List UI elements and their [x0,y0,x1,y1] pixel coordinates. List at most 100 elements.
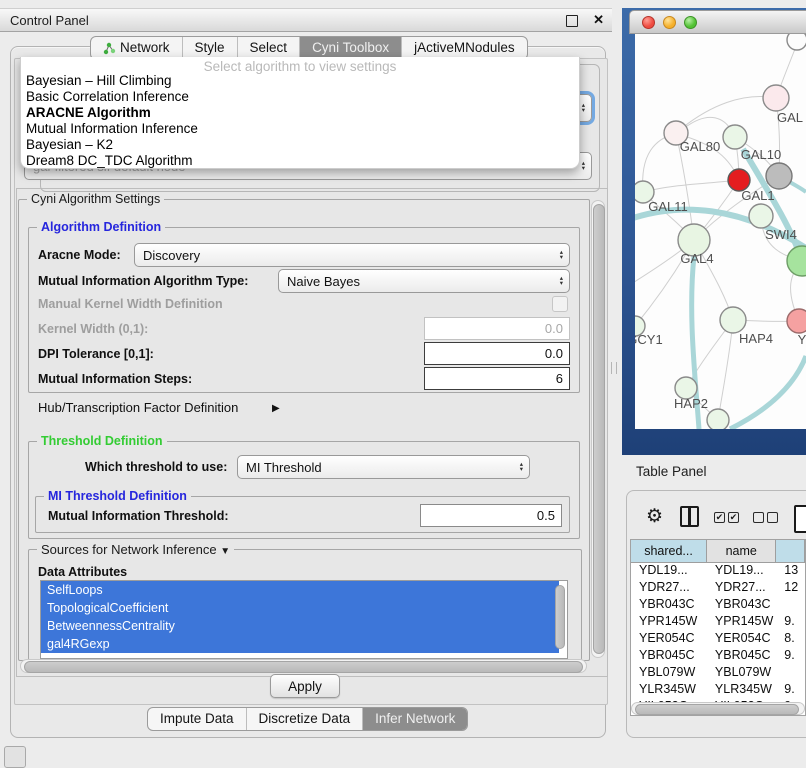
combo-arrows-icon: ▴▾ [560,250,569,260]
tab-impute-data[interactable]: Impute Data [148,708,246,730]
expand-arrow-icon[interactable]: ▶ [272,403,280,414]
network-node[interactable] [763,85,789,111]
data-attribute-item[interactable]: TopologicalCoefficient [41,599,559,617]
node-label: Y [798,332,806,347]
network-window-titlebar[interactable] [629,10,806,34]
unchecked-box-icon-2[interactable] [767,512,778,523]
tab-discretize-data[interactable]: Discretize Data [246,708,363,730]
manual-kernel-label: Manual Kernel Width Definition [38,297,223,311]
cyni-bottom-tabs: Impute Data Discretize Data Infer Networ… [147,707,468,731]
dropdown-items: Bayesian – Hill ClimbingBasic Correlatio… [21,73,579,169]
gear-icon[interactable]: ⚙ [646,505,663,528]
combo-arrows-icon: ▴▾ [582,161,591,171]
data-attribute-item[interactable]: gal4RGexp [41,635,559,653]
table-row[interactable]: YBR043CYBR043C [631,596,805,613]
node-label: GAL11 [648,199,688,214]
data-attribute-item[interactable]: BetweennessCentrality [41,617,559,635]
column-header[interactable]: name [707,540,776,562]
which-threshold-label: Which threshold to use: [85,460,227,474]
table-hscrollbar[interactable] [631,702,805,715]
algorithm-option[interactable]: Mutual Information Inference [21,121,579,137]
zoom-window-button[interactable] [684,16,697,29]
algorithm-option[interactable]: Bayesian – Hill Climbing [21,73,579,89]
table-row[interactable]: YDR27...YDR27...12 [631,579,805,596]
checked-box-icon-2[interactable]: ✔ [728,512,739,523]
settings-vscrollbar[interactable] [591,200,605,658]
network-view[interactable]: GALGAL80GAL10GAL1GAL11SWI4GAL4GCY1HAP4YH… [635,34,806,429]
kernel-width-field[interactable]: 0.0 [424,317,570,340]
close-window-button[interactable] [642,16,655,29]
table-row[interactable]: YLR345WYLR345W9. [631,681,805,698]
column-header[interactable]: shared... [631,540,707,562]
table-rows[interactable]: YDL19...YDL19...13YDR27...YDR27...12YBR0… [631,562,805,703]
mi-type-combo[interactable]: Naive Bayes ▴▾ [278,269,570,293]
data-attributes-list[interactable]: SelfLoopsTopologicalCoefficientBetweenne… [40,580,568,659]
dpi-tolerance-label: DPI Tolerance [0,1]: [38,347,154,361]
page-icon[interactable] [794,505,806,533]
unchecked-box-icon-1[interactable] [753,512,764,523]
mi-threshold-field[interactable]: 0.5 [420,504,562,527]
algorithm-dropdown: Select algorithm to view settings Bayesi… [20,57,580,169]
hub-definition-label[interactable]: Hub/Transcription Factor Definition [38,400,238,415]
network-node[interactable] [723,125,747,149]
algorithm-option[interactable]: ARACNE Algorithm [21,105,579,121]
float-window-icon[interactable] [566,15,578,27]
network-node[interactable] [787,246,806,276]
table-row[interactable]: YDL19...YDL19...13 [631,562,805,579]
tab-style[interactable]: Style [182,37,237,59]
node-label: GAL4 [680,251,713,266]
tab-network[interactable]: Network [91,37,182,59]
manual-kernel-checkbox[interactable] [552,296,568,312]
network-node[interactable] [707,409,729,429]
settings-hscrollbar[interactable] [20,659,587,673]
apply-button[interactable]: Apply [270,674,340,698]
node-label: GCY1 [635,332,663,347]
minimize-window-button[interactable] [663,16,676,29]
collapse-arrow-icon[interactable]: ▼ [220,546,230,557]
network-node[interactable] [787,309,806,333]
combo-arrows-icon: ▴▾ [560,276,569,286]
network-node[interactable] [720,307,746,333]
dpi-tolerance-field[interactable]: 0.0 [424,342,570,365]
checked-box-icon-1[interactable]: ✔ [714,512,725,523]
data-attributes-label: Data Attributes [38,565,127,579]
data-attribute-item[interactable]: SelfLoops [41,581,559,599]
aracne-mode-label: Aracne Mode: [38,248,121,262]
corner-widget-icon[interactable] [4,746,26,768]
table-row[interactable]: YPR145WYPR145W9. [631,613,805,630]
mi-steps-field[interactable]: 6 [424,367,570,390]
which-threshold-combo[interactable]: MI Threshold ▴▾ [237,455,530,479]
network-node[interactable] [749,204,773,228]
table-row[interactable]: YBR045CYBR045C9. [631,647,805,664]
panel-divider-grip[interactable] [611,362,617,374]
column-header[interactable] [776,540,805,562]
network-node[interactable] [766,163,792,189]
algorithm-option[interactable]: Dream8 DC_TDC Algorithm [21,153,579,169]
tab-cyni-toolbox[interactable]: Cyni Toolbox [299,37,401,59]
list-scrollbar[interactable] [555,585,565,649]
algorithm-option[interactable]: Bayesian – K2 [21,137,579,153]
node-label: GAL1 [741,188,774,203]
network-canvas[interactable]: GALGAL80GAL10GAL1GAL11SWI4GAL4GCY1HAP4YH… [635,34,806,429]
tab-jactivemnodules[interactable]: jActiveMNodules [401,37,527,59]
algorithm-option[interactable]: Basic Correlation Inference [21,89,579,105]
table-row[interactable]: YBL079WYBL079W [631,664,805,681]
table-row[interactable]: YER054CYER054C8. [631,630,805,647]
close-icon[interactable]: ✕ [593,12,604,28]
combo-arrows-icon: ▴▾ [520,462,529,472]
node-label: HAP4 [739,331,773,346]
mi-steps-label: Mutual Information Steps: [38,372,192,386]
table-header[interactable]: shared...name [631,540,805,563]
aracne-mode-combo[interactable]: Discovery ▴▾ [134,243,570,267]
tab-infer-network[interactable]: Infer Network [362,708,467,730]
mi-type-label: Mutual Information Algorithm Type: [38,274,248,288]
node-label: GAL [777,110,803,125]
control-panel-titlebar: Control Panel ✕ [0,8,612,32]
control-panel-title: Control Panel [10,13,89,28]
columns-icon[interactable] [680,506,699,527]
table-panel-title: Table Panel [636,464,707,479]
tab-select[interactable]: Select [237,37,300,59]
node-label: GAL10 [741,147,781,162]
node-label: SWI4 [765,227,797,242]
network-node[interactable] [787,34,806,50]
